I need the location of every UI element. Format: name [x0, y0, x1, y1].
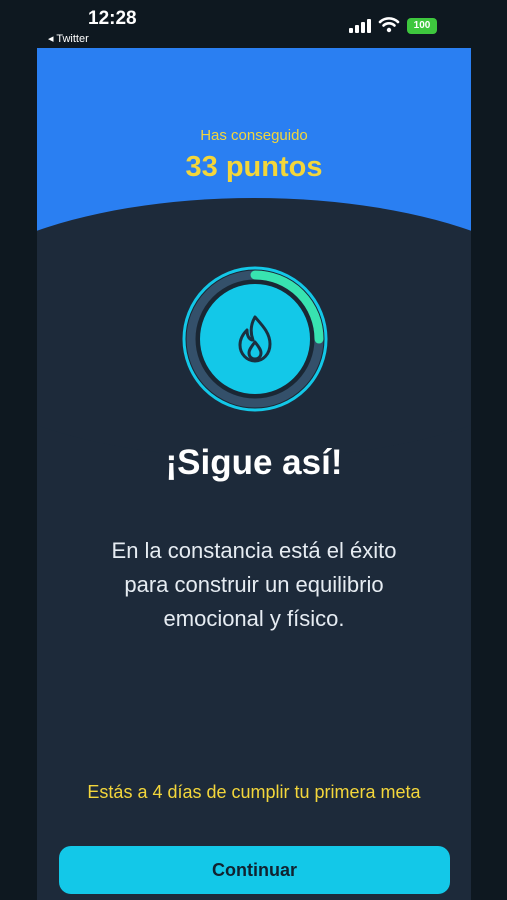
signal-icon: [349, 19, 371, 33]
message-line: En la constancia está el éxito: [111, 538, 397, 563]
message-line: para construir un equilibrio: [124, 572, 384, 597]
status-bar: 12:28 ◂ Twitter 100: [0, 0, 507, 48]
headline: ¡Sigue así!: [165, 443, 343, 482]
back-to-twitter-link[interactable]: ◂ Twitter: [48, 32, 89, 45]
points-caption: Has conseguido: [200, 127, 308, 144]
status-time: 12:28: [88, 8, 137, 29]
flame-icon: [238, 315, 272, 363]
achievement-screen: Has conseguido 33 puntos ¡Sigue así! En …: [37, 48, 471, 900]
continue-button[interactable]: Continuar: [59, 846, 450, 894]
goal-progress-note: Estás a 4 días de cumplir tu primera met…: [87, 782, 421, 802]
wifi-icon: [378, 17, 400, 33]
motivation-message: En la constancia está el éxito para cons…: [37, 534, 471, 636]
message-line: emocional y físico.: [163, 606, 345, 631]
battery-indicator: 100: [407, 18, 437, 34]
points-value: 33 puntos: [185, 151, 323, 183]
